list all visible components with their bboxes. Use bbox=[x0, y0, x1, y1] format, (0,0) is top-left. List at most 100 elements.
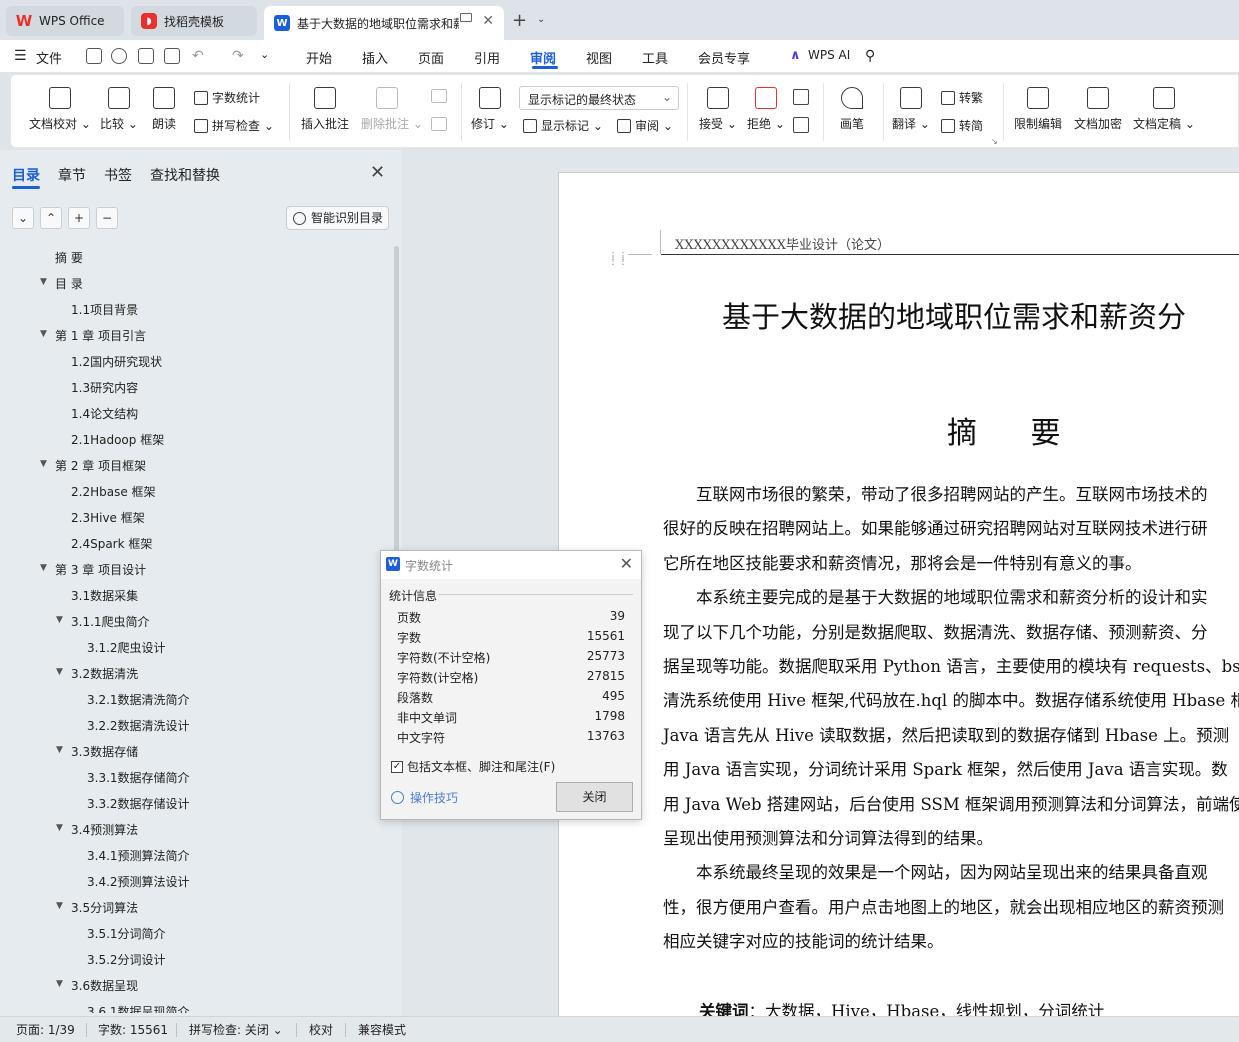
toc-item[interactable]: 3.2.2数据清洗设计 bbox=[87, 717, 190, 734]
body-line[interactable]: 用 Java Web 搭建网站，后台使用 SSM 框架调用预测算法和分词算法，前… bbox=[663, 791, 1239, 815]
toc-item[interactable]: 3.2数据清洗 bbox=[71, 665, 138, 682]
next-change-icon[interactable] bbox=[793, 117, 809, 133]
toc-item[interactable]: 3.5.2分词设计 bbox=[87, 951, 166, 968]
toc-item[interactable]: 3.5.1分词简介 bbox=[87, 925, 166, 942]
toc-item[interactable]: 3.4.1预测算法简介 bbox=[87, 847, 190, 864]
body-line[interactable]: 清洗系统使用 Hive 框架,代码放在.hql 的脚本中。数据存储系统使用 Hb… bbox=[663, 687, 1239, 711]
show-markup-button[interactable]: 显示标记 ⌄ bbox=[523, 117, 603, 134]
menu-membership[interactable]: 会员专享 bbox=[698, 48, 750, 67]
close-button[interactable]: 关闭 bbox=[556, 782, 633, 812]
toc-expand-icon[interactable]: ▼ bbox=[56, 745, 63, 755]
toc-item[interactable]: 3.4预测算法 bbox=[71, 821, 138, 838]
body-line[interactable]: 本系统最终呈现的效果是一个网站，因为网站呈现出来的结果具备直观 bbox=[663, 859, 1208, 883]
undo-icon[interactable]: ↶ bbox=[192, 48, 204, 64]
doc-encrypt-button[interactable]: 文档加密 bbox=[1073, 87, 1123, 132]
document-title[interactable]: 基于大数据的地域职位需求和薪资分 bbox=[722, 294, 1186, 336]
menu-wps-ai[interactable]: WPS AI bbox=[808, 48, 850, 62]
tab-chapters[interactable]: 章节 bbox=[58, 165, 86, 185]
toc-item[interactable]: 2.4Spark 框架 bbox=[71, 535, 152, 552]
body-line[interactable]: 性，很方便用户查看。用户点击地图上的地区，就会出现相应地区的薪资预测 bbox=[663, 894, 1224, 918]
toc-item[interactable]: 2.1Hadoop 框架 bbox=[71, 431, 164, 448]
toc-item[interactable]: 第 3 章 项目设计 bbox=[55, 561, 146, 578]
body-line[interactable]: 现了以下几个功能，分别是数据爬取、数据清洗、数据存储、预测薪资、分 bbox=[663, 619, 1208, 643]
to-simplified-button[interactable]: 转简 bbox=[941, 117, 983, 134]
body-line[interactable]: 据呈现等功能。数据爬取采用 Python 语言，主要使用的模块有 request… bbox=[663, 653, 1239, 677]
toc-expand-icon[interactable]: ▼ bbox=[56, 823, 63, 833]
toc-item[interactable]: 3.1.1爬虫简介 bbox=[71, 613, 150, 630]
redo-icon[interactable]: ↷ bbox=[232, 48, 244, 64]
review-pane-button[interactable]: 审阅 ⌄ bbox=[617, 117, 673, 134]
tab-document[interactable]: W 基于大数据的地域职位需求和薪资分析 ✕ bbox=[264, 6, 504, 40]
body-line[interactable]: Java 语言先从 Hive 读取数据，然后把读取到的数据存储到 Hbase 上… bbox=[663, 722, 1229, 746]
body-line[interactable]: 呈现出使用预测算法和分词算法得到的结果。 bbox=[663, 825, 993, 849]
new-tab-icon[interactable]: + bbox=[512, 10, 527, 31]
toc-item[interactable]: 3.4.2预测算法设计 bbox=[87, 873, 190, 890]
prev-comment-icon[interactable] bbox=[431, 89, 447, 103]
markup-state-select[interactable]: 显示标记的最终状态 ⌄ bbox=[519, 86, 679, 110]
body-line[interactable]: 本系统主要完成的是基于大数据的地域职位需求和薪资分析的设计和实 bbox=[663, 584, 1208, 608]
doc-proof-button[interactable]: 文档校对 ⌄ bbox=[29, 87, 91, 132]
toc-item[interactable]: 3.2.1数据清洗简介 bbox=[87, 691, 190, 708]
menu-page[interactable]: 页面 bbox=[418, 48, 444, 67]
smart-toc-button[interactable]: 智能识别目录 bbox=[286, 206, 389, 230]
dialog-title-bar[interactable]: W 字数统计 ✕ bbox=[381, 551, 641, 579]
pane-scrollbar[interactable] bbox=[394, 246, 399, 576]
word-count-button[interactable]: 字数统计 bbox=[194, 89, 260, 106]
tab-bookmarks[interactable]: 书签 bbox=[104, 165, 132, 185]
page-header-text[interactable]: XXXXXXXXXXXX毕业设计（论文） bbox=[675, 234, 890, 253]
toc-item[interactable]: 1.4论文结构 bbox=[71, 405, 138, 422]
toc-item[interactable]: 第 2 章 项目框架 bbox=[55, 457, 146, 474]
close-pane-icon[interactable]: ✕ bbox=[370, 162, 385, 183]
toc-expand-icon[interactable]: ▼ bbox=[40, 329, 47, 339]
insert-comment-button[interactable]: 插入批注 bbox=[299, 87, 351, 132]
search-icon[interactable]: ⚲ bbox=[865, 48, 875, 64]
toc-item[interactable]: 3.3.2数据存储设计 bbox=[87, 795, 190, 812]
toc-expand-icon[interactable]: ▼ bbox=[56, 667, 63, 677]
reject-button[interactable]: 拒绝 ⌄ bbox=[745, 87, 787, 132]
read-aloud-button[interactable]: 朗读 bbox=[147, 87, 181, 132]
collapse-all-icon[interactable]: ⌄ bbox=[12, 207, 34, 229]
doc-finalize-button[interactable]: 文档定稿 ⌄ bbox=[1133, 87, 1195, 132]
abstract-heading[interactable]: 摘 要 bbox=[947, 408, 1083, 452]
toc-item[interactable]: 3.1数据采集 bbox=[71, 587, 138, 604]
remove-heading-icon[interactable]: − bbox=[96, 207, 118, 229]
body-line[interactable]: 用 Java 语言实现，分词统计采用 Spark 框架，然后使用 Java 语言… bbox=[663, 756, 1228, 780]
toc-expand-icon[interactable]: ▼ bbox=[56, 979, 63, 989]
to-traditional-button[interactable]: 转繁 bbox=[941, 89, 983, 106]
expand-up-icon[interactable]: ⌃ bbox=[40, 207, 62, 229]
status-spell-check[interactable]: 拼写检查: 关闭 ⌄ bbox=[189, 1021, 283, 1038]
menu-home[interactable]: 开始 bbox=[306, 48, 332, 67]
toc-item[interactable]: 1.2国内研究现状 bbox=[71, 353, 162, 370]
status-proof[interactable]: 校对 bbox=[309, 1021, 333, 1038]
tips-link[interactable]: 操作技巧 bbox=[391, 789, 458, 806]
close-icon[interactable]: ✕ bbox=[620, 554, 633, 573]
accept-button[interactable]: 接受 ⌄ bbox=[697, 87, 739, 132]
toc-item[interactable]: 目 录 bbox=[55, 275, 83, 292]
status-word-count[interactable]: 字数: 15561 bbox=[98, 1021, 168, 1038]
tab-docer[interactable]: ◗ 找稻壳模板 bbox=[131, 6, 257, 36]
body-line[interactable]: 它所在地区技能要求和薪资情况，那将会是一件特别有意义的事。 bbox=[663, 550, 1142, 574]
chevron-down-icon[interactable]: ⌄ bbox=[537, 14, 545, 25]
toc-item[interactable]: 第 1 章 项目引言 bbox=[55, 327, 146, 344]
menu-review[interactable]: 审阅 bbox=[530, 48, 556, 67]
dialog-launcher-icon[interactable]: ↘ bbox=[991, 137, 998, 146]
tab-toc[interactable]: 目录 bbox=[12, 165, 40, 185]
quick-access-dropdown-icon[interactable]: ⌄ bbox=[260, 48, 269, 61]
share-icon[interactable] bbox=[111, 48, 127, 64]
menu-references[interactable]: 引用 bbox=[474, 48, 500, 67]
print-icon[interactable] bbox=[138, 48, 154, 64]
toc-expand-icon[interactable]: ▼ bbox=[40, 459, 47, 469]
tab-find-replace[interactable]: 查找和替换 bbox=[150, 165, 220, 185]
menu-tools[interactable]: 工具 bbox=[642, 48, 668, 67]
toc-expand-icon[interactable]: ▼ bbox=[56, 901, 63, 911]
toc-item[interactable]: 3.6.1数据呈现简介 bbox=[87, 1003, 190, 1013]
next-comment-icon[interactable] bbox=[431, 117, 447, 131]
spell-check-button[interactable]: 拼写检查 ⌄ bbox=[194, 117, 274, 134]
toc-item[interactable]: 3.5分词算法 bbox=[71, 899, 138, 916]
toc-item[interactable]: 3.3.1数据存储简介 bbox=[87, 769, 190, 786]
menu-view[interactable]: 视图 bbox=[586, 48, 612, 67]
pen-button[interactable]: 画笔 bbox=[833, 87, 871, 132]
status-page[interactable]: 页面: 1/39 bbox=[16, 1021, 75, 1038]
add-heading-icon[interactable]: + bbox=[68, 207, 90, 229]
delete-comment-button[interactable]: 删除批注 ⌄ bbox=[361, 87, 413, 132]
